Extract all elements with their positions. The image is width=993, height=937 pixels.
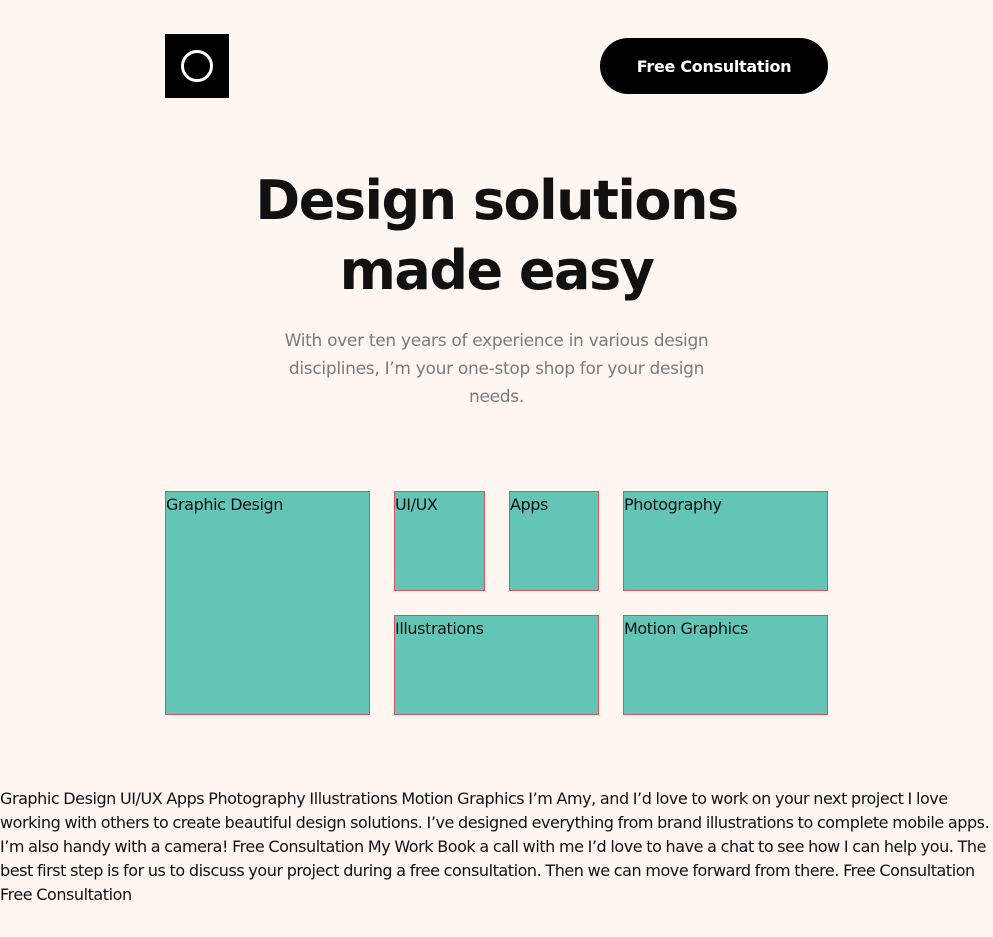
service-tile-apps[interactable]: Apps [509, 491, 599, 591]
service-tile-illustrations[interactable]: Illustrations [394, 615, 599, 715]
site-logo[interactable] [165, 34, 229, 98]
hero-title-line-1: Design solutions [255, 169, 739, 232]
service-tile-photography[interactable]: Photography [623, 491, 828, 591]
hero-subtitle: With over ten years of experience in var… [284, 331, 709, 407]
free-consultation-button[interactable]: Free Consultation [600, 38, 828, 94]
service-tile-motion-graphics[interactable]: Motion Graphics [623, 615, 828, 715]
hero-title: Design solutions made easy [0, 166, 993, 306]
ring-logo-icon [181, 50, 213, 82]
unstyled-page-text: Graphic Design UI/UX Apps Photography Il… [0, 789, 990, 904]
service-tile-ui-ux[interactable]: UI/UX [394, 491, 485, 591]
service-tile-graphic-design[interactable]: Graphic Design [165, 491, 370, 715]
hero-title-line-2: made easy [339, 239, 655, 302]
